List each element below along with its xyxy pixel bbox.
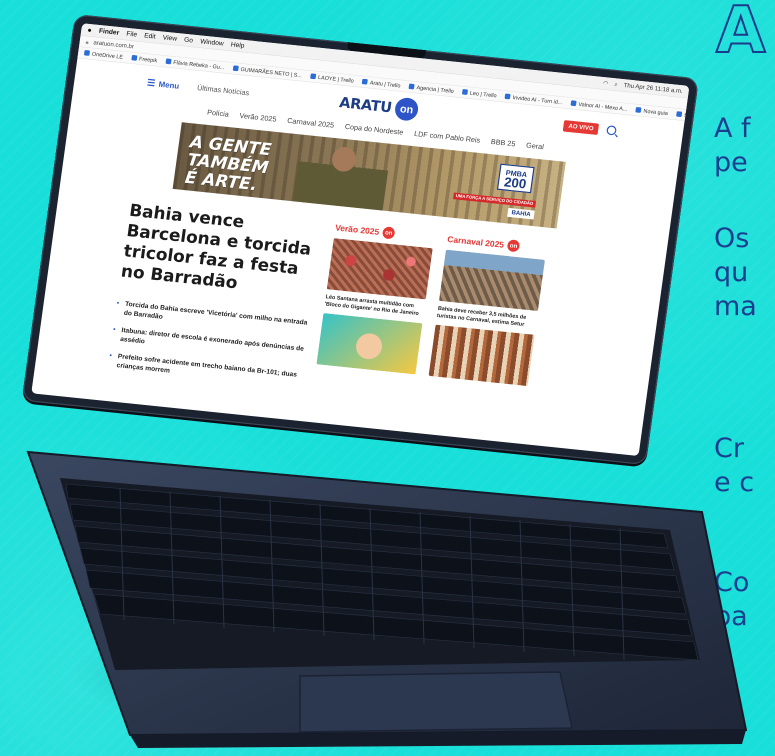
lock-icon: 🔒︎ (85, 38, 90, 45)
banner-soldier-image (292, 134, 392, 211)
logo-word: ARATU (338, 93, 393, 117)
side-text-line: Cr (714, 433, 744, 464)
browser-screen: ● Finder File Edit View Go Window Help ◠… (31, 23, 690, 457)
side-text-line: e c (714, 467, 755, 498)
menu-finder[interactable]: Finder (98, 27, 119, 36)
menu-view[interactable]: View (162, 34, 177, 43)
banner-slogan: A GENTE TAMBÉM É ARTE. (184, 132, 273, 195)
side-text-line: Os (714, 223, 750, 254)
news-thumbnail[interactable] (326, 238, 433, 300)
ultimas-noticias-link[interactable]: Últimas Notícias (197, 83, 250, 97)
logo-on-badge: on (393, 96, 420, 122)
side-text-line: Co (714, 567, 750, 598)
bookmark-item[interactable]: Nova guia (635, 107, 668, 116)
side-text-line: qu (714, 257, 749, 288)
nav-item-policia[interactable]: Polícia (207, 108, 230, 119)
menu-edit[interactable]: Edit (144, 32, 156, 40)
menu-help[interactable]: Help (230, 41, 245, 50)
search-spotlight-icon[interactable]: ⌕ (614, 81, 618, 88)
laptop-lid: ● Finder File Edit View Go Window Help ◠… (21, 14, 699, 466)
nav-item-bbb[interactable]: BBB 25 (490, 137, 516, 148)
search-icon[interactable] (606, 125, 617, 136)
bookmark-item[interactable]: Leo | Trello (462, 89, 497, 99)
side-text-line: ma (714, 291, 757, 322)
aratu-on-logo[interactable]: ARATU on (338, 91, 420, 122)
menu-window[interactable]: Window (200, 38, 224, 48)
nav-item-geral[interactable]: Geral (526, 141, 545, 151)
main-story: Bahia vence Barcelona e torcida tricolor… (106, 200, 323, 398)
menu-button[interactable]: ☰ Menu (146, 77, 180, 91)
news-content: Bahia vence Barcelona e torcida tricolor… (34, 177, 668, 434)
wifi-icon[interactable]: ◠ (603, 80, 609, 87)
pmba-badge: PMBA 200 (497, 163, 535, 194)
side-text-line: pe (714, 147, 748, 178)
news-thumbnail[interactable] (438, 249, 545, 312)
on-badge: on (381, 226, 396, 240)
apple-icon[interactable]: ● (87, 26, 92, 35)
ao-vivo-button[interactable]: AO VIVO (562, 119, 600, 135)
side-title: A (715, 0, 768, 69)
on-badge: on (506, 239, 521, 253)
bookmark-item[interactable]: Aratu | Trello (362, 79, 401, 89)
related-headlines: Torcida do Bahia escreve 'Vicetória' com… (108, 299, 310, 389)
menu-button-label: Menu (158, 79, 180, 91)
section-title-text: Carnaval 2025 (446, 234, 505, 250)
verao-column: Verão 2025 on Léo Santana arrasta multid… (311, 221, 435, 410)
side-text-line: A f (714, 113, 751, 144)
news-thumbnail[interactable] (316, 313, 423, 375)
main-headline[interactable]: Bahia vence Barcelona e torcida tricolor… (120, 200, 323, 301)
bookmark-item[interactable]: OneDrive LE (84, 50, 124, 60)
menu-go[interactable]: Go (184, 36, 194, 44)
laptop-shadow (40, 600, 760, 750)
carnaval-column: Carnaval 2025 on Bahia deve receber 3,5 … (424, 233, 548, 422)
menu-file[interactable]: File (126, 30, 138, 38)
bookmark-item[interactable]: Freepik (131, 55, 158, 64)
section-title-text: Verão 2025 (334, 222, 380, 237)
news-thumbnail[interactable] (428, 324, 535, 387)
hamburger-icon: ☰ (146, 77, 156, 89)
pmba-years: 200 (503, 174, 528, 192)
nav-item-carnaval[interactable]: Carnaval 2025 (287, 116, 335, 129)
nav-item-verao[interactable]: Verão 2025 (239, 111, 277, 123)
